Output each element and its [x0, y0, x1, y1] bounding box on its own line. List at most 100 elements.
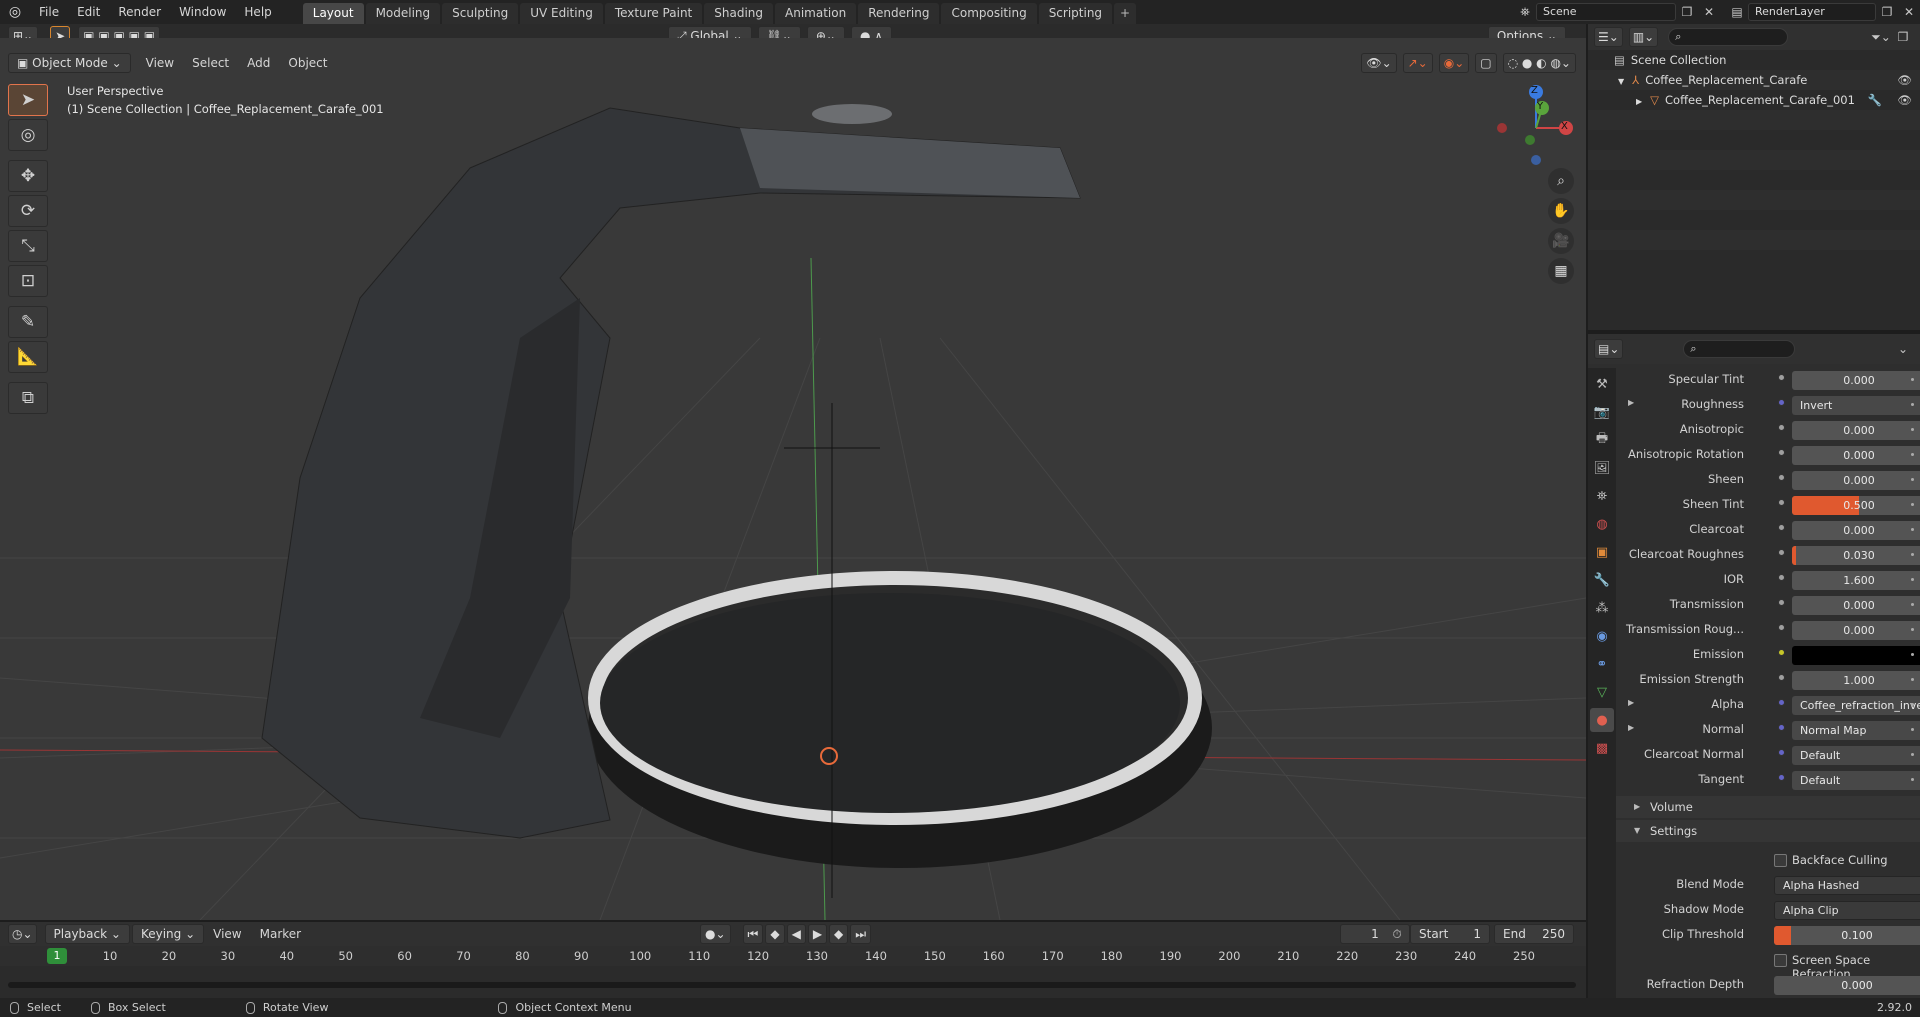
tab-shading[interactable]: Shading — [704, 3, 773, 24]
expand-socket-icon[interactable]: ▶ — [1628, 398, 1634, 407]
keyframe-dot-icon[interactable] — [1911, 453, 1914, 456]
zoom-icon[interactable]: ⌕ — [1548, 168, 1574, 194]
timeline-menu-marker[interactable]: Marker — [251, 927, 310, 941]
keyframe-dot-icon[interactable] — [1911, 503, 1914, 506]
keyframe-dot-icon[interactable] — [1911, 403, 1914, 406]
tab-texture-paint[interactable]: Texture Paint — [604, 3, 703, 24]
close-layer-icon[interactable]: ✕ — [1898, 3, 1920, 21]
measure-tool-icon[interactable]: 📐 — [8, 341, 48, 373]
prop-value-field[interactable]: 0.000 — [1792, 446, 1920, 465]
settings-panel[interactable]: ▼ Settings — [1616, 820, 1920, 842]
rotate-tool-icon[interactable]: ⟳ — [8, 195, 48, 227]
transform-tool-icon[interactable]: ⊡ — [8, 265, 48, 297]
play-icon[interactable]: ▶ — [807, 924, 828, 944]
socket-icon[interactable] — [1778, 749, 1785, 756]
mode-dropdown[interactable]: ▣ Object Mode ⌄ — [8, 53, 131, 73]
prop-value-field[interactable]: 0.000 — [1792, 621, 1920, 640]
frame-ruler[interactable]: 1 10 20 30 40 50 60 70 80 90 100 110 120 130 140 150 160… — [0, 946, 1586, 966]
emission-color-swatch[interactable] — [1792, 646, 1920, 665]
menu-window[interactable]: Window — [170, 0, 235, 24]
keyframe-dot-icon[interactable] — [1911, 603, 1914, 606]
backface-culling-checkbox[interactable] — [1774, 854, 1787, 867]
keyframe-dot-icon[interactable] — [1911, 628, 1914, 631]
tab-scripting[interactable]: Scripting — [1038, 3, 1113, 24]
prop-value-field[interactable]: 0.000 — [1792, 371, 1920, 390]
end-frame-field[interactable]: End 250 — [1494, 924, 1574, 944]
cursor-tool-icon[interactable]: ◎ — [8, 119, 48, 151]
prop-value-field[interactable]: Coffee_refraction_invert.p... — [1792, 696, 1920, 715]
particles-tab-icon[interactable]: ⁂ — [1590, 596, 1614, 620]
socket-icon[interactable] — [1778, 474, 1785, 481]
keyframe-dot-icon[interactable] — [1911, 703, 1914, 706]
keyframe-dot-icon[interactable] — [1911, 578, 1914, 581]
render-layer-field[interactable]: RenderLayer — [1748, 3, 1876, 21]
socket-icon[interactable] — [1778, 624, 1785, 631]
keyframe-dot-icon[interactable] — [1911, 653, 1914, 656]
xray-toggle-icon[interactable]: ▢ — [1475, 53, 1497, 73]
socket-icon[interactable] — [1778, 699, 1785, 706]
refraction-depth-field[interactable]: 0.000 — [1774, 976, 1920, 995]
move-tool-icon[interactable]: ✥ — [8, 160, 48, 192]
tab-sculpting[interactable]: Sculpting — [442, 3, 519, 24]
prop-value-field[interactable]: Invert — [1792, 396, 1920, 415]
tab-modeling[interactable]: Modeling — [365, 3, 441, 24]
volume-panel[interactable]: ▶ Volume — [1616, 796, 1920, 818]
socket-icon[interactable] — [1778, 449, 1785, 456]
socket-icon[interactable] — [1778, 399, 1785, 406]
modifier-wrench-icon[interactable]: 🔧 — [1868, 90, 1882, 110]
timeline-editor-type[interactable]: ◷⌄ — [8, 924, 37, 944]
properties-editor-type[interactable]: ▤⌄ — [1594, 339, 1624, 359]
tool-tab-icon[interactable]: ⚒ — [1590, 372, 1614, 396]
outliner-editor-type[interactable]: ☰⌄ — [1594, 27, 1623, 47]
shadow-mode-dropdown[interactable]: Alpha Clip — [1774, 901, 1920, 920]
clip-threshold-slider[interactable]: 0.100 — [1774, 926, 1920, 945]
outliner-item-carafe[interactable]: ▼ ⅄ Coffee_Replacement_Carafe 👁 — [1588, 70, 1920, 90]
texture-tab-icon[interactable]: ▩ — [1590, 736, 1614, 760]
keyframe-dot-icon[interactable] — [1911, 678, 1914, 681]
collapse-icon[interactable]: ▼ — [1618, 77, 1624, 86]
prop-value-field[interactable]: Default — [1792, 746, 1920, 765]
jump-end-icon[interactable]: ⏭ — [850, 924, 872, 944]
viewport-menu-add[interactable]: Add — [238, 56, 279, 70]
play-reverse-icon[interactable]: ◀ — [786, 924, 806, 944]
playback-dropdown[interactable]: Playback ⌄ — [44, 924, 130, 944]
expand-socket-icon[interactable]: ▶ — [1628, 698, 1634, 707]
filter-icon[interactable]: ⏷⌄ — [1870, 28, 1892, 46]
menu-render[interactable]: Render — [109, 0, 170, 24]
properties-options-icon[interactable]: ⌄ — [1892, 340, 1914, 358]
keying-dropdown[interactable]: Keying ⌄ — [131, 924, 205, 944]
socket-icon[interactable] — [1778, 724, 1785, 731]
timeline-scrollbar[interactable] — [8, 982, 1576, 988]
overlay-toggle-icon[interactable]: ◉⌄ — [1438, 53, 1470, 73]
timeline-menu-view[interactable]: View — [204, 927, 250, 941]
prop-value-field[interactable]: 0.500 — [1792, 496, 1920, 515]
menu-file[interactable]: File — [30, 0, 68, 24]
scale-tool-icon[interactable]: ⤡ — [8, 230, 48, 262]
visibility-eye-icon[interactable]: 👁 — [1897, 70, 1912, 90]
prop-value-field[interactable]: 1.600 — [1792, 571, 1920, 590]
camera-view-icon[interactable]: 🎥 — [1548, 228, 1574, 254]
tab-rendering[interactable]: Rendering — [858, 3, 940, 24]
view-layer-tab-icon[interactable]: 🖼 — [1590, 456, 1614, 480]
menu-edit[interactable]: Edit — [68, 0, 109, 24]
close-scene-icon[interactable]: ✕ — [1698, 3, 1720, 21]
viewport-menu-view[interactable]: View — [137, 56, 183, 70]
stopwatch-icon[interactable]: ⏱ — [1386, 925, 1408, 943]
tab-animation[interactable]: Animation — [775, 3, 857, 24]
prop-value-field[interactable]: 0.000 — [1792, 421, 1920, 440]
3d-viewport[interactable]: ▣ Object Mode ⌄ View Select Add Object 👁… — [0, 38, 1586, 920]
current-frame-marker[interactable]: 1 — [47, 948, 67, 964]
pan-hand-icon[interactable]: ✋ — [1548, 198, 1574, 224]
start-frame-field[interactable]: Start 1 — [1410, 924, 1490, 944]
ssr-checkbox[interactable] — [1774, 954, 1787, 967]
prop-value-field[interactable]: 1.000 — [1792, 671, 1920, 690]
socket-icon[interactable] — [1778, 524, 1785, 531]
visibility-dropdown[interactable]: 👁⌄ — [1361, 53, 1397, 73]
socket-icon[interactable] — [1778, 599, 1785, 606]
copy-layer-icon[interactable]: ❐ — [1876, 3, 1898, 21]
render-tab-icon[interactable]: 📷 — [1590, 400, 1614, 424]
new-collection-icon[interactable]: ❐ — [1892, 28, 1914, 46]
outliner-item-carafe-001[interactable]: ▶ ▽ Coffee_Replacement_Carafe_001 🔧 👁 — [1588, 90, 1920, 110]
blender-logo-icon[interactable]: ◎ — [0, 0, 30, 24]
scene-icon[interactable]: ⛯ — [1514, 3, 1536, 21]
